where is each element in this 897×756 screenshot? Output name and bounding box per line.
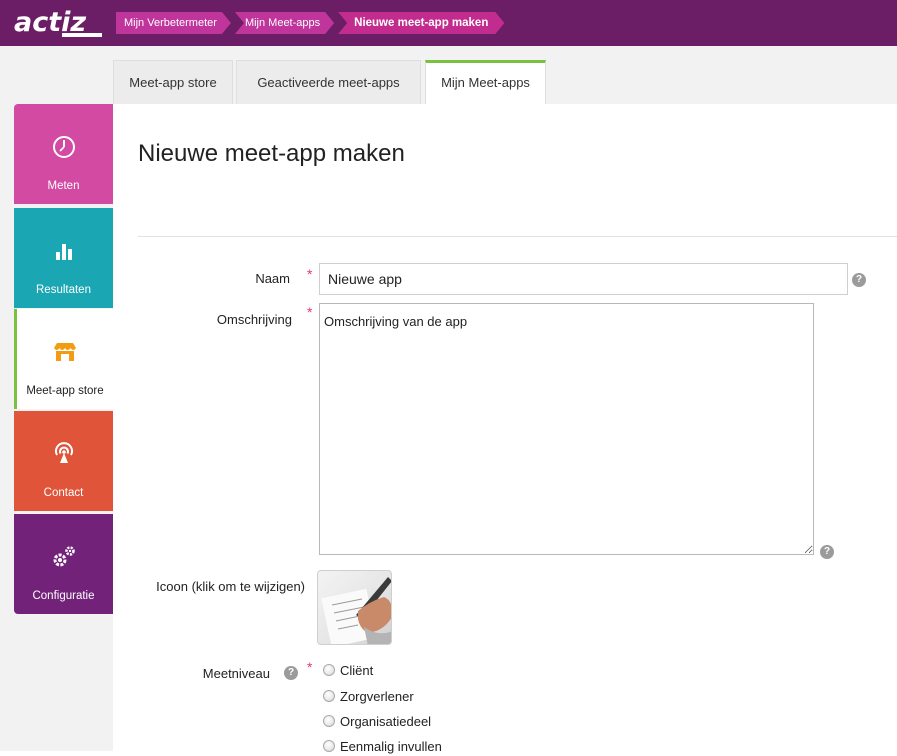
meetniveau-help-icon[interactable]: ? (284, 666, 298, 680)
icoon-label: Icoon (klik om te wijzigen) (156, 579, 305, 594)
meetniveau-label: Meetniveau (202, 666, 270, 681)
top-bar: actiz Mijn Verbetermeter Mijn Meet-apps … (0, 0, 897, 46)
radio-option-client[interactable]: Cliënt (323, 660, 373, 680)
omschrijving-textarea[interactable]: Omschrijving van de app (319, 303, 814, 555)
naam-input[interactable] (319, 263, 848, 295)
tab-geactiveerde-meet-apps[interactable]: Geactiveerde meet-apps (236, 60, 421, 104)
tab-strip: Meet-app store Geactiveerde meet-apps Mi… (0, 46, 897, 104)
tab-meet-app-store[interactable]: Meet-app store (113, 60, 233, 104)
gears-icon (14, 544, 113, 570)
clock-icon (14, 134, 113, 160)
app-icon-picker[interactable] (317, 570, 392, 645)
sidebar-item-label: Contact (43, 487, 84, 499)
store-icon (17, 339, 113, 365)
sidebar-item-label: Configuratie (32, 590, 95, 602)
sidebar-item-label: Resultaten (36, 284, 91, 296)
radio-button[interactable] (323, 690, 335, 702)
meetniveau-required-mark: * (307, 659, 313, 675)
omschrijving-help-icon[interactable]: ? (820, 545, 834, 559)
sidebar-item-contact[interactable]: Contact (14, 411, 113, 511)
tab-mijn-meet-apps[interactable]: Mijn Meet-apps (425, 60, 546, 104)
sidebar-item-resultaten[interactable]: Resultaten (14, 208, 113, 308)
radio-option-eenmalig-invullen[interactable]: Eenmalig invullen (323, 736, 442, 756)
logo-underline (62, 33, 102, 37)
naam-required-mark: * (307, 266, 313, 282)
radio-label: Zorgverlener (340, 688, 414, 704)
naam-label: Naam (255, 271, 290, 286)
breadcrumb-mijn-verbetermeter[interactable]: Mijn Verbetermeter (116, 12, 231, 34)
breadcrumb: Mijn Verbetermeter Mijn Meet-apps Nieuwe… (116, 12, 508, 34)
breadcrumb-mijn-meet-apps[interactable]: Mijn Meet-apps (235, 12, 334, 34)
radio-label: Cliënt (340, 662, 374, 678)
broadcast-icon (14, 441, 113, 467)
sidebar-item-configuratie[interactable]: Configuratie (14, 514, 113, 614)
omschrijving-required-mark: * (307, 304, 313, 320)
radio-label: Organisatiedeel (340, 713, 432, 729)
sidebar-item-label: Meten (47, 180, 80, 192)
sidebar-item-label: Meet-app store (26, 385, 104, 397)
radio-label: Eenmalig invullen (340, 738, 442, 754)
active-item-pointer (113, 350, 123, 374)
radio-option-zorgverlener[interactable]: Zorgverlener (323, 686, 414, 706)
breadcrumb-current: Nieuwe meet-app maken (338, 12, 504, 34)
naam-help-icon[interactable]: ? (852, 273, 866, 287)
sidebar-item-meten[interactable]: Meten (14, 104, 113, 204)
radio-button[interactable] (323, 664, 335, 676)
radio-button[interactable] (323, 715, 335, 727)
sidebar: Meten Resultaten Meet-app store Contact … (0, 104, 113, 751)
bar-chart-icon (14, 238, 113, 264)
radio-button[interactable] (323, 740, 335, 752)
writing-hand-icon (321, 577, 391, 644)
sidebar-item-meet-app-store[interactable]: Meet-app store (14, 309, 113, 409)
page-title: Nieuwe meet-app maken (138, 140, 405, 167)
title-divider (138, 236, 897, 237)
omschrijving-label: Omschrijving (216, 312, 292, 327)
radio-option-organisatiedeel[interactable]: Organisatiedeel (323, 711, 431, 731)
